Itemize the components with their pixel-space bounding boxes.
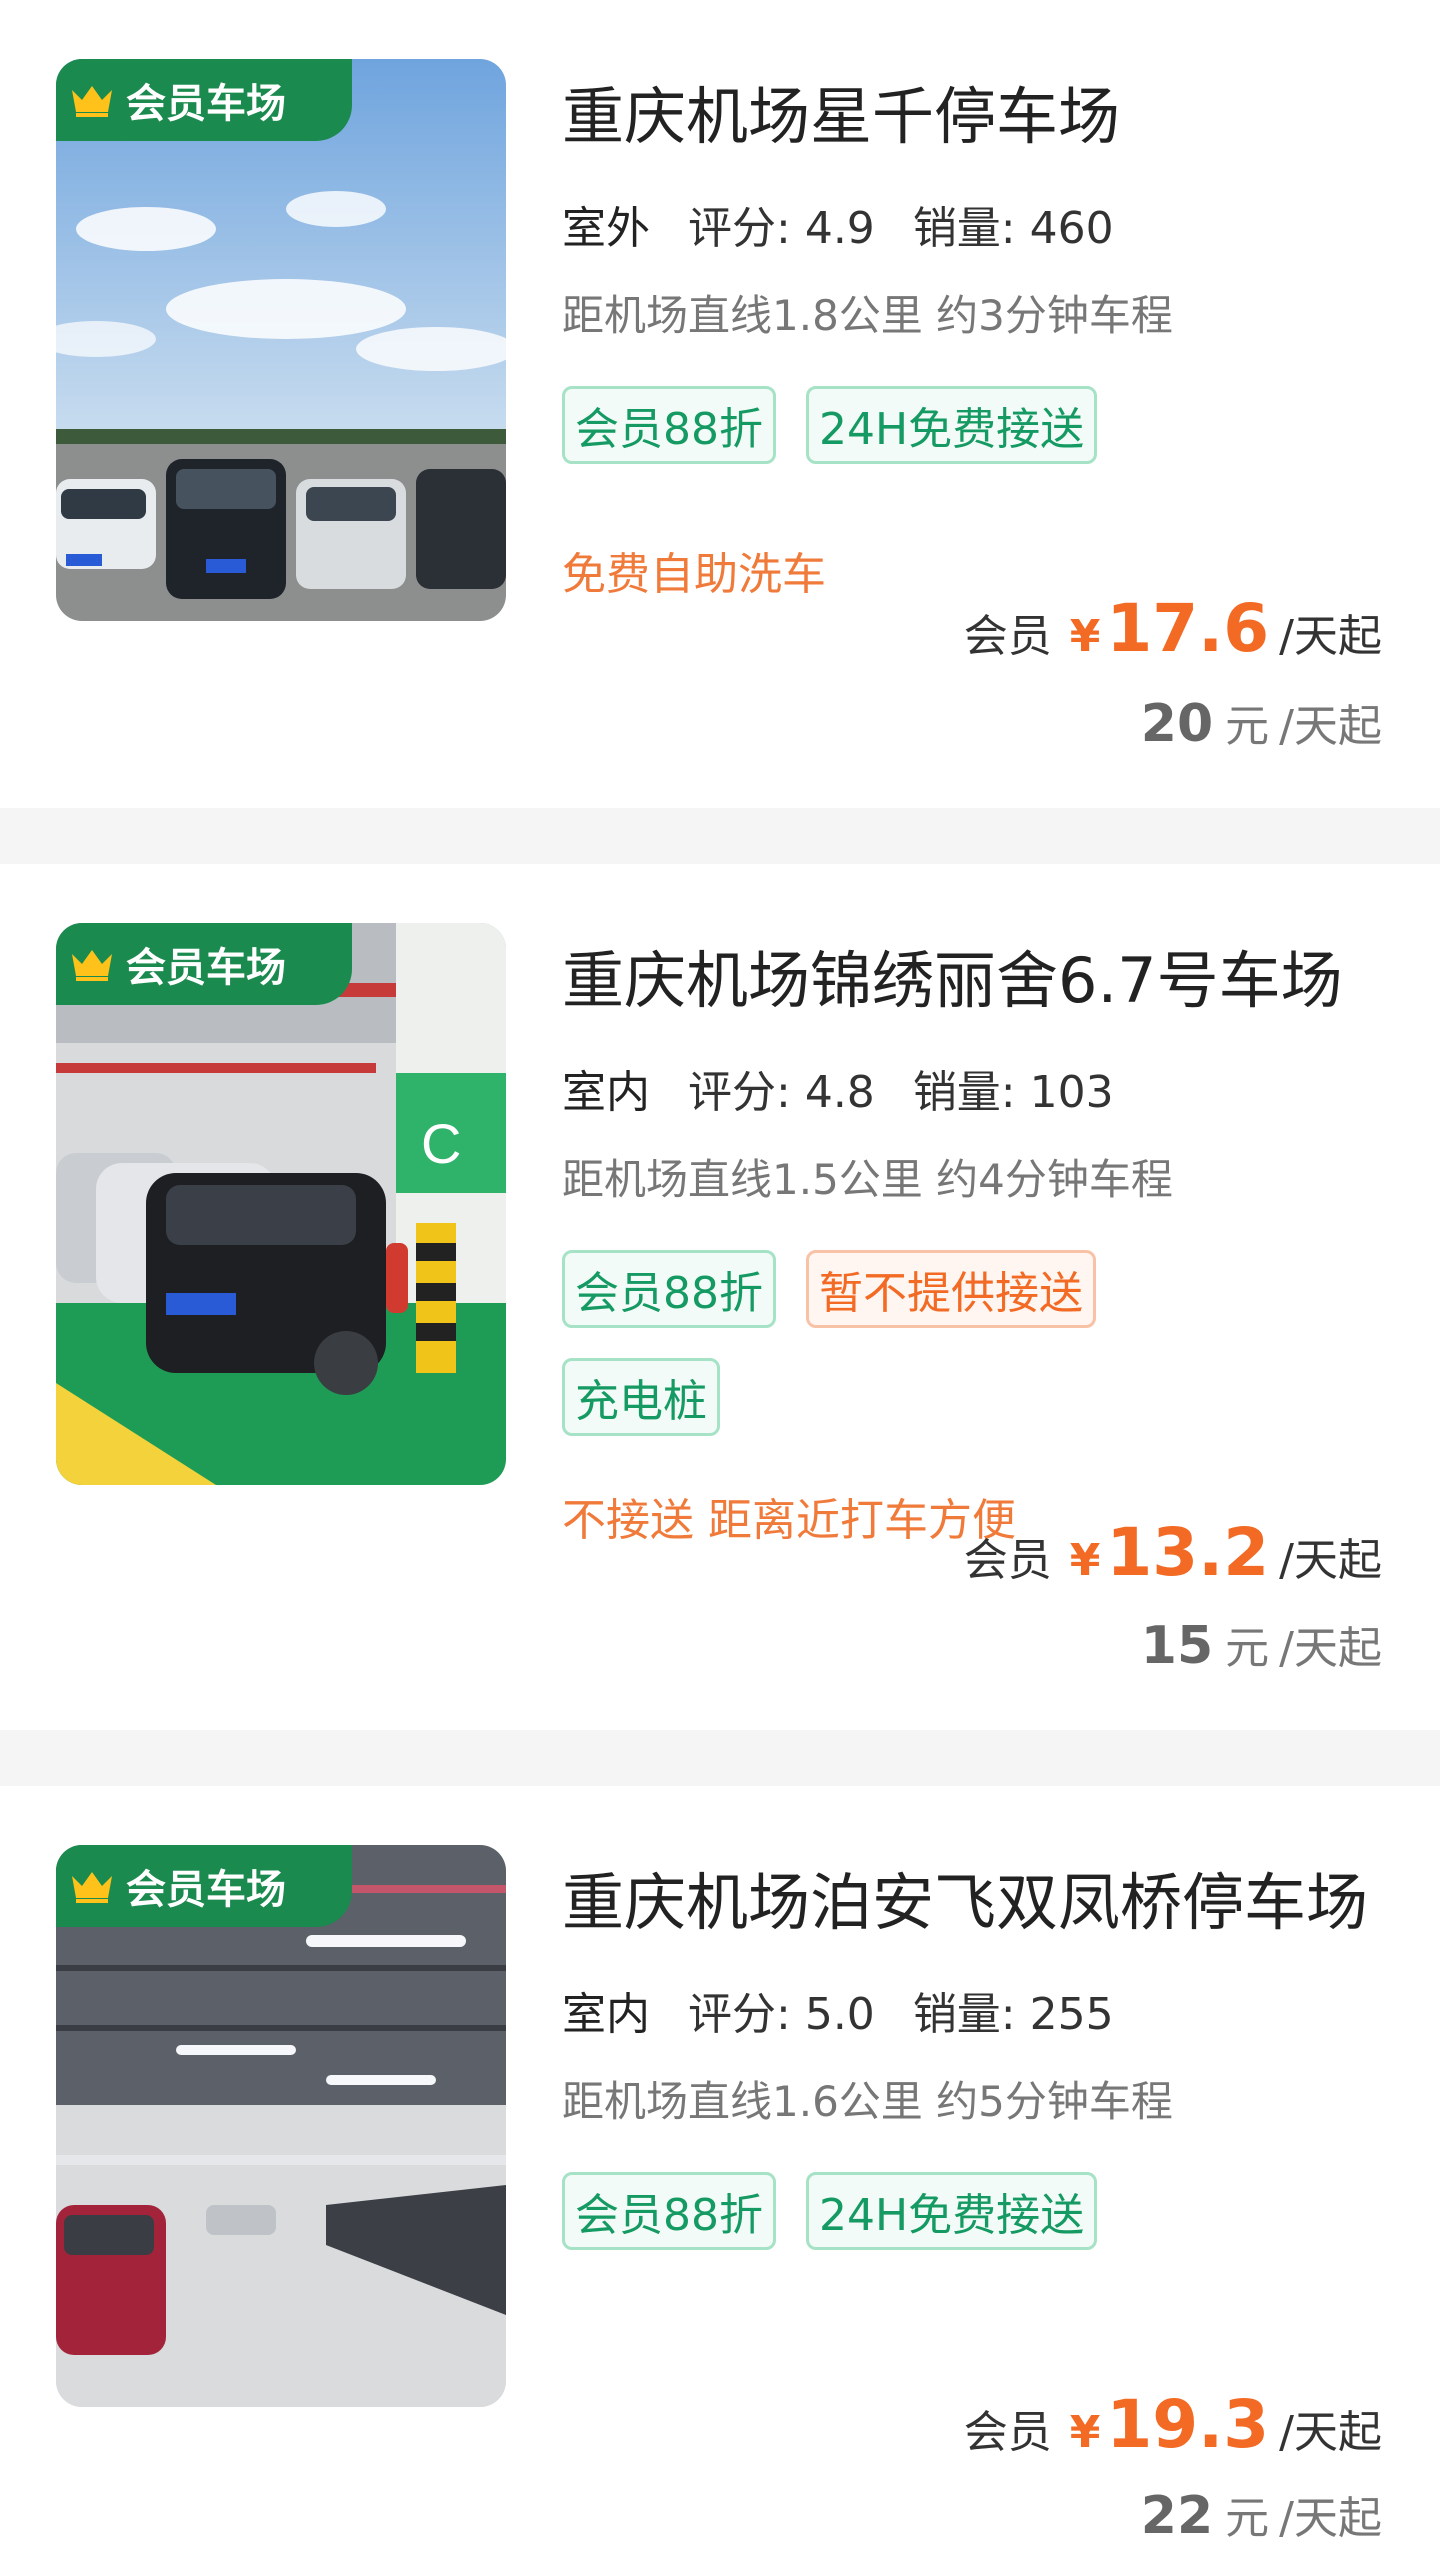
- member-price: 会员 ¥ 19.3 /天起: [964, 2386, 1382, 2463]
- tag-charging-pile: 充电桩: [562, 1358, 720, 1436]
- lot-meta: 室内 评分: 5.0 销量: 255: [558, 1978, 1152, 2048]
- member-price-label: 会员: [963, 611, 1052, 662]
- parking-lot-name[interactable]: 重庆机场锦绣丽舍6.7号车场: [562, 930, 1343, 1020]
- rating-label: 评分:: [688, 1067, 791, 1118]
- rating: 评分: 4.8: [688, 1056, 875, 1120]
- lot-meta: 室外 评分: 4.9 销量: 460: [558, 192, 1152, 262]
- tag-member-discount: 会员88折: [562, 386, 776, 464]
- crown-icon: [72, 950, 112, 981]
- member-price: 会员 ¥ 13.2 /天起: [964, 1514, 1382, 1591]
- feature-text: 不接送 距离近打车方便: [562, 1495, 1016, 1546]
- sales-label: 销量:: [912, 1989, 1016, 2040]
- tag-no-shuttle: 暂不提供接送: [806, 1250, 1096, 1328]
- parking-lot-photo[interactable]: C 会员车场: [56, 923, 506, 1485]
- indoor-garage-photo: [56, 1845, 506, 2407]
- parking-lot-card[interactable]: 会员车场 重庆机场泊安飞双凤桥停车场 室内 评分: 5.0 销量: 255 距机…: [0, 1786, 1440, 2568]
- badge-label: 会员车场: [126, 81, 286, 127]
- env-type: 室内: [558, 1978, 654, 2048]
- badge-label: 会员车场: [126, 945, 286, 991]
- sales: 销量: 460: [913, 192, 1114, 256]
- sales-label: 销量:: [912, 203, 1016, 254]
- tag-list: 会员88折 24H免费接送: [562, 386, 1402, 464]
- member-price: 会员 ¥ 17.6 /天起: [964, 590, 1382, 667]
- original-price: 20 元 /天起: [1141, 690, 1382, 754]
- original-price-value: 15: [1140, 1616, 1214, 1676]
- sales-label: 销量:: [912, 1067, 1016, 1118]
- currency-symbol: ¥: [1069, 2407, 1101, 2458]
- tag-list: 会员88折 24H免费接送: [562, 2172, 1402, 2250]
- lot-meta: 室内 评分: 4.8 销量: 103: [558, 1056, 1152, 1126]
- sales-value: 103: [1029, 1067, 1114, 1118]
- crown-icon: [72, 86, 112, 117]
- feature-text: 免费自助洗车: [562, 549, 826, 600]
- outdoor-parking-photo: [56, 59, 506, 621]
- tag-shuttle: 24H免费接送: [806, 2172, 1098, 2250]
- member-price-value: 17.6: [1106, 590, 1270, 667]
- rating: 评分: 4.9: [688, 192, 875, 256]
- card-separator: [0, 1730, 1440, 1786]
- env-type: 室外: [558, 192, 654, 262]
- distance-text: 距机场直线1.6公里 约5分钟车程: [562, 2077, 1173, 2126]
- badge-label: 会员车场: [126, 1867, 286, 1913]
- parking-lot-photo[interactable]: 会员车场: [56, 59, 506, 621]
- member-lot-badge: 会员车场: [56, 1845, 352, 1927]
- sales-value: 255: [1029, 1989, 1114, 2040]
- crown-icon: [72, 1872, 112, 1903]
- distance-text: 距机场直线1.8公里 约3分钟车程: [562, 291, 1173, 340]
- card-separator: [0, 808, 1440, 864]
- member-price-label: 会员: [963, 2407, 1052, 2458]
- original-price-currency: 元: [1225, 2493, 1270, 2544]
- tag-shuttle: 24H免费接送: [806, 386, 1098, 464]
- indoor-garage-photo: C: [56, 923, 506, 1485]
- original-price-currency: 元: [1225, 1623, 1270, 1674]
- price-unit: /天起: [1279, 1535, 1382, 1586]
- currency-symbol: ¥: [1069, 611, 1101, 662]
- original-price-unit: /天起: [1279, 701, 1382, 752]
- rating-value: 5.0: [804, 1989, 875, 2040]
- member-lot-badge: 会员车场: [56, 59, 352, 141]
- member-lot-badge: 会员车场: [56, 923, 352, 1005]
- svg-text:C: C: [421, 1112, 461, 1175]
- env-type: 室内: [558, 1056, 654, 1126]
- tag-member-discount: 会员88折: [562, 1250, 776, 1328]
- parking-lot-name[interactable]: 重庆机场星千停车场: [562, 66, 1120, 156]
- rating: 评分: 5.0: [688, 1978, 875, 2042]
- sales-value: 460: [1029, 203, 1114, 254]
- member-price-value: 13.2: [1106, 1514, 1270, 1591]
- rating-label: 评分:: [688, 203, 791, 254]
- original-price: 15 元 /天起: [1141, 1612, 1382, 1676]
- rating-value: 4.9: [804, 203, 875, 254]
- price-unit: /天起: [1279, 2407, 1382, 2458]
- parking-lot-photo[interactable]: 会员车场: [56, 1845, 506, 2407]
- sales: 销量: 103: [913, 1056, 1114, 1120]
- original-price: 22 元 /天起: [1141, 2482, 1382, 2546]
- parking-lot-list: 会员车场 重庆机场星千停车场 室外 评分: 4.9 销量: 460 距机场直线1…: [0, 0, 1440, 2568]
- member-price-label: 会员: [963, 1535, 1052, 1586]
- tag-list: 会员88折 暂不提供接送 充电桩: [562, 1250, 1182, 1436]
- price-unit: /天起: [1279, 611, 1382, 662]
- original-price-unit: /天起: [1279, 1623, 1382, 1674]
- original-price-value: 22: [1140, 2486, 1214, 2546]
- rating-label: 评分:: [688, 1989, 791, 2040]
- member-price-value: 19.3: [1106, 2386, 1270, 2463]
- currency-symbol: ¥: [1069, 1535, 1101, 1586]
- rating-value: 4.8: [804, 1067, 875, 1118]
- parking-lot-card[interactable]: C 会员车场 重庆机场锦绣丽舍6.7号车场 室内 评分: 4.8 销量: 103…: [0, 864, 1440, 1730]
- tag-member-discount: 会员88折: [562, 2172, 776, 2250]
- distance-text: 距机场直线1.5公里 约4分钟车程: [562, 1155, 1173, 1204]
- original-price-unit: /天起: [1279, 2493, 1382, 2544]
- original-price-currency: 元: [1225, 701, 1270, 752]
- sales: 销量: 255: [913, 1978, 1114, 2042]
- parking-lot-card[interactable]: 会员车场 重庆机场星千停车场 室外 评分: 4.9 销量: 460 距机场直线1…: [0, 0, 1440, 808]
- parking-lot-name[interactable]: 重庆机场泊安飞双凤桥停车场: [562, 1852, 1368, 1942]
- original-price-value: 20: [1140, 694, 1214, 754]
